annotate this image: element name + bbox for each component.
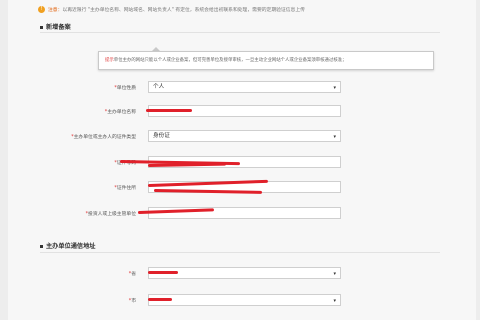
section-address: 主办单位通信地址 [40,241,96,250]
section-marker-icon [40,244,43,248]
record-form-page: ! 注意：以再近限行 "主办单位名称、网站域名、网站负责人" 有定位，系统会给出初… [8,0,476,320]
warning-icon: ! [38,6,45,13]
section-marker-icon [40,25,43,29]
dropdown-arrow-icon: ▾ [333,134,336,140]
section-divider [40,252,440,253]
hint-text: 单位主办的网站只能以个人或企业备案，但可完善单位及接单审核，一旦主动企业网站个人… [113,58,347,63]
id-address-label: *证件住所 [114,186,136,191]
dropdown-arrow-icon: ▾ [333,271,336,277]
redaction-scribble [146,109,192,112]
id-type-label: *主办单位或主办人的证件类型 [71,135,136,140]
city-select[interactable]: ▾ [148,294,341,306]
hint-box: 提示单位主办的网站只能以个人或企业备案，但可完善单位及接单审核，一旦主动企业网站… [98,51,434,70]
province-label: *省 [128,272,136,277]
redaction-scribble [148,298,172,301]
notice-prefix: 注意： [48,8,63,13]
section-address-title: 主办单位通信地址 [46,243,96,250]
unit-nature-select[interactable]: 个人 ▾ [148,81,341,93]
hint-prefix: 提示 [105,58,114,63]
section-divider [40,32,440,33]
city-label: *市 [128,299,136,304]
id-type-value: 身份证 [153,133,170,139]
unit-name-label: *主办单位名称 [104,110,136,115]
unit-nature-label: *单位性质 [114,86,136,91]
dropdown-arrow-icon: ▾ [333,85,336,91]
redaction-scribble [153,189,263,194]
unit-nature-value: 个人 [153,84,165,90]
id-type-select[interactable]: 身份证 ▾ [148,130,341,142]
section-new-record: 新增备案 [40,22,71,31]
notice-bar: ! 注意：以再近限行 "主办单位名称、网站域名、网站负责人" 有定位，系统会给出初… [38,5,305,17]
notice-text: 以再近限行 "主办单位名称、网站域名、网站负责人" 有定位，系统会给出初联系和处… [62,8,305,13]
upload-person-label: *投资人或上级主管单位 [85,212,136,217]
section-new-record-title: 新增备案 [46,24,71,31]
redaction-scribble [148,271,178,274]
dropdown-arrow-icon: ▾ [333,298,336,304]
